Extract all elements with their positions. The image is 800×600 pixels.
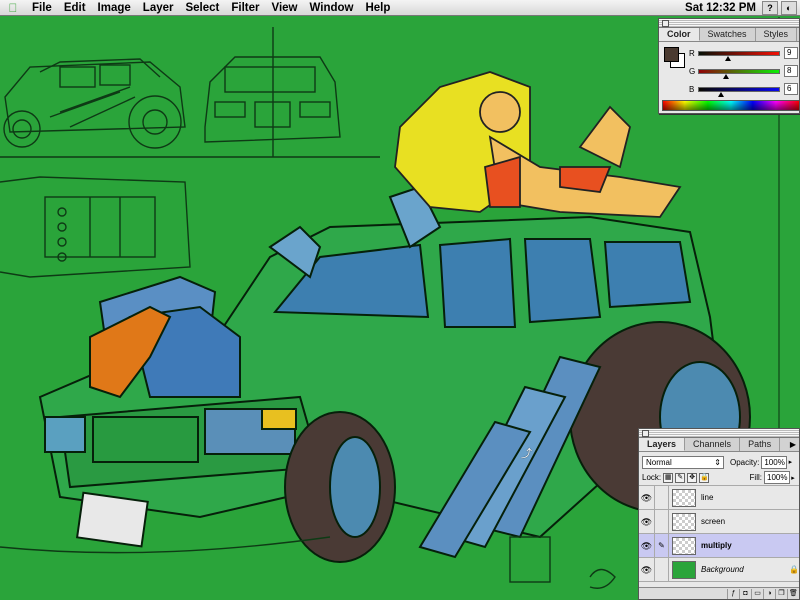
mouse-pointer-icon: ⤴ (521, 448, 532, 460)
layer-style-icon[interactable]: ƒ (727, 588, 739, 599)
close-icon[interactable] (642, 430, 649, 437)
opacity-slider-icon[interactable]: ▸ (787, 458, 793, 466)
help-balloon-icon[interactable]: ? (762, 0, 778, 15)
menu-edit[interactable]: Edit (58, 2, 92, 14)
new-layer-icon[interactable]: ❐ (775, 588, 787, 599)
trash-icon[interactable]: 🗑 (787, 588, 799, 599)
menu-help[interactable]: Help (359, 2, 396, 14)
eye-icon[interactable]: 👁 (639, 533, 655, 558)
link-column[interactable] (655, 509, 669, 534)
opacity-field[interactable]: 100% (761, 455, 788, 469)
layer-set-icon[interactable]: ▭ (751, 588, 763, 599)
layer-thumbnail (672, 488, 696, 507)
eye-icon[interactable]: 👁 (639, 509, 655, 534)
layers-palette[interactable]: Layers Channels Paths ▶ Normal Opacity: … (638, 428, 800, 600)
green-value-field[interactable]: 8 (784, 65, 798, 77)
application-menu-icon[interactable]: ◐ (781, 0, 797, 15)
red-value-field[interactable]: 9 (784, 47, 798, 59)
lock-position-icon[interactable]: ✥ (687, 472, 698, 483)
menu-bar:  File Edit Image Layer Select Filter Vi… (0, 0, 800, 16)
red-slider-row: R 9 (689, 46, 800, 61)
layer-row-background[interactable]: 👁 Background 🔒 (639, 557, 799, 582)
menu-image[interactable]: Image (92, 2, 137, 14)
link-column[interactable] (655, 485, 669, 510)
menu-filter[interactable]: Filter (225, 2, 265, 14)
mask-icon[interactable]: ◘ (739, 588, 751, 599)
layer-row-line[interactable]: 👁 line (639, 485, 799, 510)
color-palette-tabs: Color Swatches Styles (659, 28, 799, 42)
menu-select[interactable]: Select (179, 2, 225, 14)
menu-view[interactable]: View (266, 2, 304, 14)
color-palette[interactable]: Color Swatches Styles R 9 G 8 B 6 (658, 18, 800, 114)
red-slider[interactable] (698, 50, 780, 61)
foreground-color-swatch[interactable] (664, 47, 679, 62)
layer-name[interactable]: multiply (701, 541, 799, 550)
blue-slider[interactable] (698, 86, 780, 97)
eye-icon[interactable]: 👁 (639, 557, 655, 582)
fill-label: Fill: (749, 473, 762, 482)
blue-value-field[interactable]: 6 (784, 83, 798, 95)
color-ramp[interactable] (662, 100, 800, 111)
menubar-clock[interactable]: Sat 12:32 PM (685, 2, 762, 14)
layers-footer: ƒ ◘ ▭ ◑ ❐ 🗑 (639, 587, 799, 599)
apple-menu-icon[interactable]:  (0, 1, 26, 15)
lock-transparency-icon[interactable]: ▦ (663, 472, 674, 483)
tab-color[interactable]: Color (659, 28, 700, 41)
lock-icon: 🔒 (789, 565, 799, 574)
close-icon[interactable] (662, 20, 669, 27)
lock-image-icon[interactable]: ✎ (675, 472, 686, 483)
menu-layer[interactable]: Layer (137, 2, 180, 14)
green-slider[interactable] (698, 68, 780, 79)
layer-thumbnail (672, 560, 696, 579)
slider-thumb-icon[interactable] (723, 73, 729, 79)
tab-channels[interactable]: Channels (685, 438, 741, 451)
layers-palette-titlebar[interactable] (639, 429, 799, 438)
layers-palette-tabs: Layers Channels Paths ▶ (639, 438, 799, 452)
adjustment-layer-icon[interactable]: ◑ (763, 588, 775, 599)
layer-row-screen[interactable]: 👁 screen (639, 509, 799, 534)
menu-file[interactable]: File (26, 2, 58, 14)
lock-all-icon[interactable]: 🔒 (699, 472, 710, 483)
layer-name[interactable]: line (701, 493, 799, 502)
opacity-label: Opacity: (730, 457, 760, 467)
layer-name[interactable]: screen (701, 517, 799, 526)
eye-icon[interactable]: 👁 (639, 485, 655, 510)
green-label: G (689, 66, 696, 76)
green-slider-row: G 8 (689, 64, 800, 79)
link-column[interactable] (655, 557, 669, 582)
tab-swatches[interactable]: Swatches (700, 28, 756, 41)
tab-layers[interactable]: Layers (639, 438, 686, 451)
layer-thumbnail (672, 536, 696, 555)
slider-thumb-icon[interactable] (718, 91, 724, 97)
fill-field[interactable]: 100% (764, 471, 790, 484)
layer-name[interactable]: Background (701, 565, 789, 574)
blend-mode-select[interactable]: Normal (642, 455, 724, 469)
layer-thumbnail (672, 512, 696, 531)
palette-menu-icon[interactable]: ▶ (787, 438, 799, 451)
blue-label: B (689, 84, 695, 94)
menu-window[interactable]: Window (304, 2, 360, 14)
brush-icon[interactable]: ✎ (655, 533, 669, 558)
red-label: R (689, 48, 695, 58)
slider-thumb-icon[interactable] (725, 55, 731, 61)
layer-row-multiply[interactable]: 👁 ✎ multiply (639, 533, 799, 558)
tab-styles[interactable]: Styles (756, 28, 798, 41)
color-palette-titlebar[interactable] (659, 19, 799, 28)
tab-paths[interactable]: Paths (740, 438, 781, 451)
lock-label: Lock: (642, 473, 662, 482)
blue-slider-row: B 6 (689, 82, 800, 97)
fill-slider-icon[interactable]: ▸ (790, 474, 796, 482)
